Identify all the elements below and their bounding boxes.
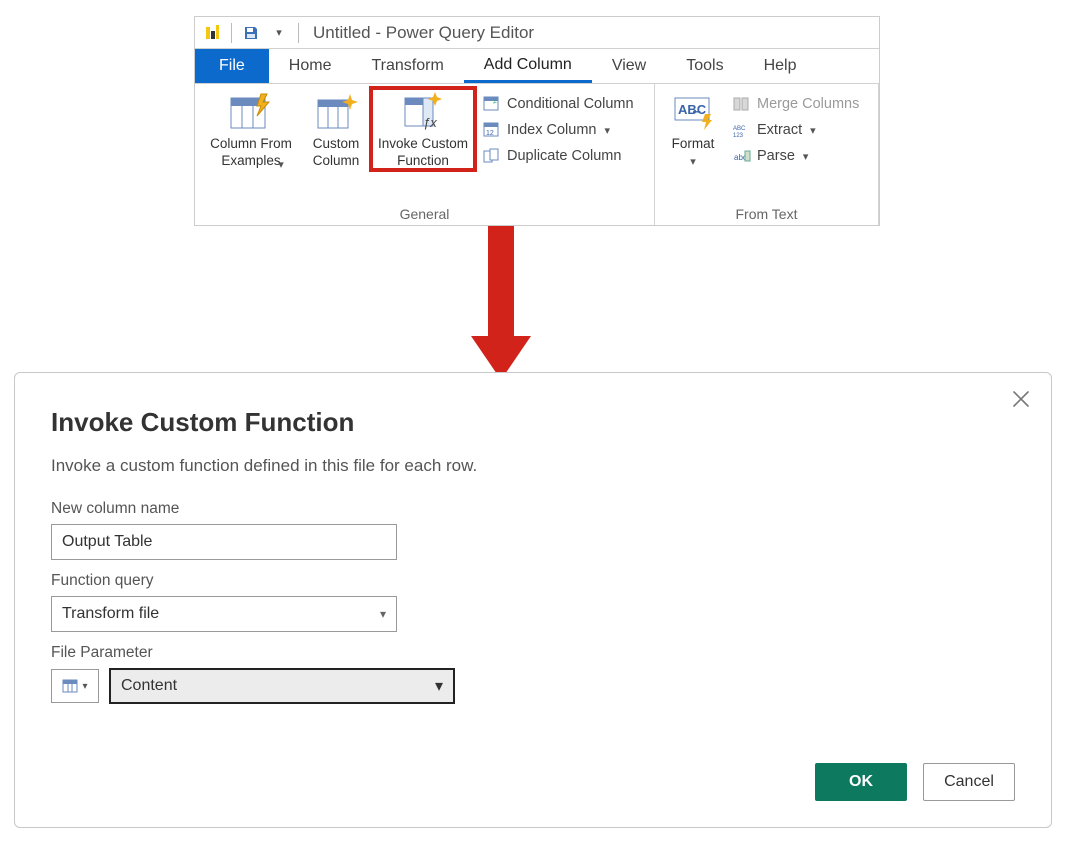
- table-lightning-icon: [229, 92, 273, 132]
- table-icon: [62, 678, 80, 694]
- tab-home[interactable]: Home: [269, 49, 352, 83]
- app-icon: [201, 22, 223, 44]
- extract-button[interactable]: ABC123 Extract: [729, 120, 863, 140]
- close-icon[interactable]: [1009, 387, 1033, 411]
- conditional-column-label: Conditional Column: [507, 96, 634, 112]
- ribbon-body: Column From Examples Custom Column ƒx In…: [195, 83, 879, 225]
- extract-icon: ABC123: [733, 122, 751, 138]
- tab-view[interactable]: View: [592, 49, 666, 83]
- tab-transform[interactable]: Transform: [351, 49, 463, 83]
- invoke-custom-function-button[interactable]: ƒx Invoke Custom Function: [371, 88, 475, 170]
- index-column-label: Index Column: [507, 122, 596, 138]
- function-query-label: Function query: [51, 572, 1015, 590]
- column-from-examples-button[interactable]: Column From Examples: [201, 88, 301, 173]
- file-parameter-label: File Parameter: [51, 644, 1015, 662]
- new-column-name-label: New column name: [51, 500, 1015, 518]
- save-icon[interactable]: [240, 22, 262, 44]
- merge-columns-icon: [733, 96, 751, 112]
- parse-button[interactable]: abc Parse: [729, 146, 863, 166]
- merge-columns-label: Merge Columns: [757, 96, 859, 112]
- from-text-small-buttons: Merge Columns ABC123 Extract abc Parse: [729, 88, 863, 166]
- chevron-down-icon: ▾: [380, 607, 386, 621]
- svg-text:12: 12: [486, 130, 494, 137]
- format-label: Format: [672, 136, 715, 153]
- cancel-button[interactable]: Cancel: [923, 763, 1015, 801]
- tab-file[interactable]: File: [195, 49, 269, 83]
- custom-column-button[interactable]: Custom Column: [305, 88, 367, 170]
- format-abc-icon: AB̶C: [671, 92, 715, 132]
- titlebar-separator: [231, 23, 232, 43]
- window-title: Untitled - Power Query Editor: [313, 23, 534, 43]
- group-label-from-text: From Text: [661, 204, 872, 225]
- parse-icon: abc: [733, 148, 751, 164]
- conditional-column-button[interactable]: ≠ Conditional Column: [479, 94, 638, 114]
- invoke-custom-function-label: Invoke Custom Function: [378, 136, 468, 170]
- titlebar: ▾ Untitled - Power Query Editor: [195, 17, 879, 49]
- table-fx-icon: ƒx: [401, 92, 445, 132]
- function-query-value: Transform file: [62, 605, 159, 623]
- tab-help[interactable]: Help: [744, 49, 817, 83]
- chevron-down-icon: [690, 153, 696, 170]
- custom-column-label: Custom Column: [313, 136, 360, 170]
- parse-label: Parse: [757, 148, 795, 164]
- power-query-editor-window: ▾ Untitled - Power Query Editor File Hom…: [194, 16, 880, 226]
- format-button[interactable]: AB̶C Format: [661, 88, 725, 170]
- svg-text:ƒx: ƒx: [423, 115, 437, 130]
- chevron-down-icon: ▾: [435, 676, 443, 696]
- extract-label: Extract: [757, 122, 802, 138]
- group-label-general: General: [201, 204, 648, 225]
- index-column-icon: 12: [483, 122, 501, 138]
- merge-columns-button[interactable]: Merge Columns: [729, 94, 863, 114]
- chevron-down-icon: ▾: [82, 681, 87, 692]
- dialog-title: Invoke Custom Function: [51, 407, 1015, 438]
- annotation-arrow: [471, 226, 531, 380]
- chevron-down-icon: [602, 122, 610, 138]
- duplicate-column-icon: [483, 148, 501, 164]
- svg-text:ABC: ABC: [733, 126, 746, 132]
- svg-text:AB̶C: AB̶C: [678, 102, 707, 117]
- tab-add-column[interactable]: Add Column: [464, 49, 592, 83]
- svg-text:123: 123: [733, 133, 744, 138]
- qat-dropdown-icon[interactable]: ▾: [268, 22, 290, 44]
- table-sparkle-icon: [314, 92, 358, 132]
- svg-text:≠: ≠: [493, 99, 497, 106]
- function-query-select[interactable]: Transform file ▾: [51, 596, 397, 632]
- file-parameter-value: Content: [121, 677, 177, 695]
- chevron-down-icon: [278, 156, 284, 173]
- general-small-buttons: ≠ Conditional Column 12 Index Column: [479, 88, 638, 166]
- titlebar-separator: [298, 23, 299, 43]
- duplicate-column-label: Duplicate Column: [507, 148, 621, 164]
- conditional-column-icon: ≠: [483, 96, 501, 112]
- chevron-down-icon: [808, 122, 816, 138]
- file-parameter-select[interactable]: Content ▾: [109, 668, 455, 704]
- parameter-type-picker[interactable]: ▾: [51, 669, 99, 703]
- invoke-custom-function-dialog: Invoke Custom Function Invoke a custom f…: [14, 372, 1052, 828]
- tab-tools[interactable]: Tools: [666, 49, 743, 83]
- chevron-down-icon: [801, 148, 809, 164]
- ok-button[interactable]: OK: [815, 763, 907, 801]
- ribbon-group-general: Column From Examples Custom Column ƒx In…: [195, 84, 655, 225]
- ribbon-group-from-text: AB̶C Format Merge Columns ABC123: [655, 84, 879, 225]
- ribbon-tabs: File Home Transform Add Column View Tool…: [195, 49, 879, 83]
- dialog-description: Invoke a custom function defined in this…: [51, 456, 1015, 476]
- index-column-button[interactable]: 12 Index Column: [479, 120, 638, 140]
- duplicate-column-button[interactable]: Duplicate Column: [479, 146, 638, 166]
- new-column-name-input[interactable]: [51, 524, 397, 560]
